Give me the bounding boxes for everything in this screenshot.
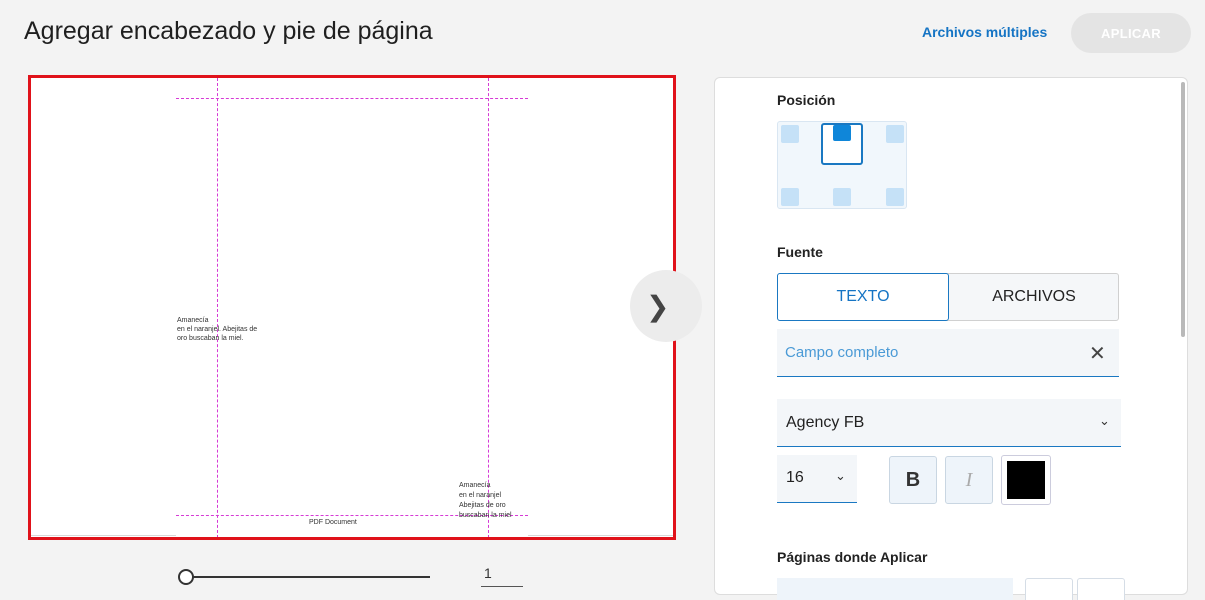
position-marker-icon <box>833 125 851 141</box>
body-text-line: Amanecía <box>177 317 209 324</box>
font-family-value: Agency FB <box>786 414 865 431</box>
source-toggle: ARCHIVOS TEXTO <box>777 273 1119 321</box>
preview-body-text: Amanecía en el naranjel. Abejitas de oro… <box>177 316 257 343</box>
next-page-button[interactable]: ❯ <box>630 270 702 342</box>
chevron-right-icon: ❯ <box>646 290 670 323</box>
footer-text-line: Abejitas de oro <box>459 502 506 509</box>
page-title: Agregar encabezado y pie de página <box>24 17 433 45</box>
preview-footer-right-text: Amanecía en el naranjel Abejitas de oro … <box>459 481 512 521</box>
apply-button[interactable]: APLICAR <box>1071 13 1191 53</box>
right-margin-guide <box>488 78 489 537</box>
left-margin-guide <box>217 78 218 537</box>
body-text-line: oro buscaban la miel. <box>177 335 244 342</box>
font-family-select[interactable]: Agency FB ⌄ <box>777 399 1121 447</box>
font-size-value: 16 <box>786 469 804 486</box>
position-bottom-center[interactable] <box>833 188 851 206</box>
tab-text[interactable]: TEXTO <box>777 273 949 321</box>
position-top-left[interactable] <box>781 125 799 143</box>
header-guide-line <box>176 98 528 99</box>
italic-button[interactable]: I <box>945 456 993 504</box>
position-label: Posición <box>777 92 836 108</box>
preview-footer-center-text: PDF Document <box>309 519 357 526</box>
pages-to-apply-label: Páginas donde Aplicar <box>777 549 928 565</box>
pages-option-button[interactable] <box>1077 578 1125 600</box>
pages-option-button[interactable] <box>1025 578 1073 600</box>
footer-text-line: en el naranjel <box>459 492 502 499</box>
position-top-right[interactable] <box>886 125 904 143</box>
text-field[interactable]: Campo completo ✕ <box>777 329 1119 377</box>
position-bottom-left[interactable] <box>781 188 799 206</box>
font-color-swatch <box>1007 461 1045 499</box>
page-bottom-edge-left <box>31 535 176 536</box>
panel-scrollbar[interactable] <box>1181 82 1185 337</box>
chevron-down-icon: ⌄ <box>835 469 846 484</box>
text-field-value: Campo completo <box>785 344 899 361</box>
font-size-select[interactable]: 16 ⌄ <box>777 455 857 503</box>
page-preview: Amanecía en el naranjel. Abejitas de oro… <box>28 75 676 540</box>
chevron-down-icon: ⌄ <box>1099 414 1110 429</box>
position-bottom-right[interactable] <box>886 188 904 206</box>
multiple-files-link[interactable]: Archivos múltiples <box>922 24 1047 40</box>
footer-text-line: Amanecía <box>459 482 491 489</box>
page-bottom-edge-right <box>528 535 673 536</box>
bold-button[interactable]: B <box>889 456 937 504</box>
page-number-input[interactable]: 1 <box>481 565 523 587</box>
font-color-button[interactable] <box>1001 455 1051 505</box>
footer-text-line: buscaban la miel <box>459 512 512 519</box>
zoom-slider-handle[interactable] <box>178 569 194 585</box>
source-label: Fuente <box>777 244 823 260</box>
position-top-center-selected[interactable] <box>821 123 863 165</box>
close-icon[interactable]: ✕ <box>1089 341 1106 365</box>
pages-range-field[interactable] <box>777 578 1013 600</box>
tab-files[interactable]: ARCHIVOS <box>949 274 1119 320</box>
zoom-slider-track[interactable] <box>185 576 430 578</box>
body-text-line: en el naranjel. Abejitas de <box>177 326 258 333</box>
